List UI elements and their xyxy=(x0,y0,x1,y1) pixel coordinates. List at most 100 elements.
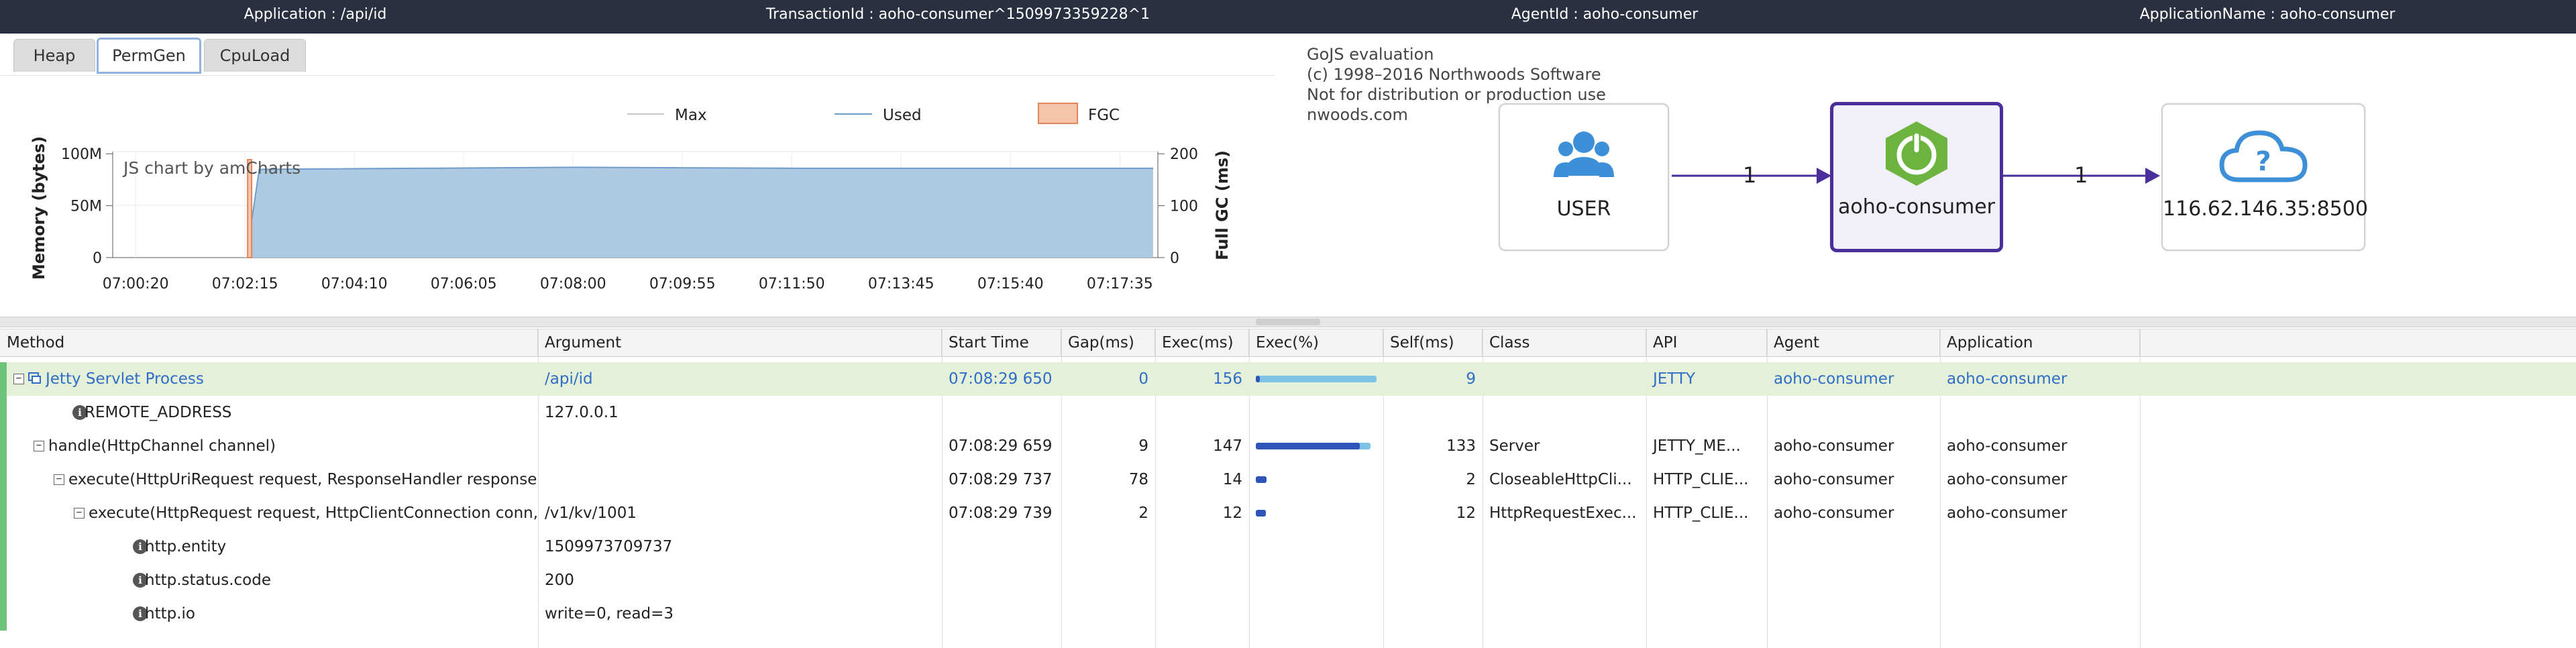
agent-cell: aoho-consumer xyxy=(1774,504,1894,522)
row-status-marker xyxy=(0,429,7,463)
gap-cell: 0 xyxy=(1138,370,1148,388)
y-tick-label-left: 50M xyxy=(70,199,102,215)
api-cell xyxy=(1646,396,1767,429)
arrowhead-icon xyxy=(1817,168,1831,184)
api-cell xyxy=(1646,597,1767,631)
method-cell: Jetty Servlet Process xyxy=(46,370,204,388)
argument-cell: 200 xyxy=(545,572,574,589)
collapse-toggle-icon[interactable]: − xyxy=(13,374,24,384)
class-cell: Server xyxy=(1489,437,1540,455)
class-cell: CloseableHttpCli... xyxy=(1489,471,1632,488)
x-tick-label: 07:00:20 xyxy=(103,276,169,292)
node-external-host[interactable]: ? 116.62.146.35:8500 xyxy=(2161,103,2368,251)
app-cell xyxy=(1940,597,2140,631)
column-header-application[interactable]: Application xyxy=(1940,329,2140,356)
legend-label-max: Max xyxy=(675,107,707,124)
table-row[interactable]: i http.status.code 200 xyxy=(0,563,2576,597)
agent-cell xyxy=(1767,597,1940,631)
header-transaction-id: TransactionId : aoho-consumer^1509973359… xyxy=(765,6,1150,23)
column-header-self[interactable]: Self(ms) xyxy=(1383,329,1483,356)
exec-cell xyxy=(1155,563,1249,597)
pane-splitter[interactable] xyxy=(0,317,2576,327)
tab-cpuload[interactable]: CpuLoad xyxy=(204,39,306,72)
y-tick-label-left: 0 xyxy=(93,250,102,267)
collapse-toggle-icon[interactable]: − xyxy=(54,474,64,485)
row-status-marker xyxy=(0,463,7,496)
exec-self-bar xyxy=(1256,376,1260,382)
argument-cell xyxy=(538,429,942,463)
node-label: aoho-consumer xyxy=(1837,195,1995,219)
agent-cell: aoho-consumer xyxy=(1774,370,1894,388)
table-row[interactable]: − Jetty Servlet Process/api/id 07:08:29 65… xyxy=(0,362,2576,396)
gap-cell xyxy=(1061,563,1155,597)
column-header-agent[interactable]: Agent xyxy=(1767,329,1940,356)
column-header-exec-pct[interactable]: Exec(%) xyxy=(1249,329,1383,356)
class-cell xyxy=(1483,362,1646,396)
arrowhead-icon xyxy=(2145,168,2160,184)
y-axis-title-left: Memory (bytes) xyxy=(30,136,48,280)
class-cell xyxy=(1483,597,1646,631)
exec-cell: 156 xyxy=(1213,370,1242,388)
node-aoho-consumer[interactable]: aoho-consumer xyxy=(1830,102,2003,252)
api-cell xyxy=(1646,530,1767,563)
exec-percent-bar xyxy=(1256,376,1377,382)
exec-self-bar xyxy=(1256,510,1266,517)
api-cell: HTTP_CLIE... xyxy=(1653,471,1749,488)
self-cell xyxy=(1383,396,1483,429)
agent-cell xyxy=(1767,530,1940,563)
api-cell: JETTY_ME... xyxy=(1653,437,1741,455)
gojs-note-line: Not for distribution or production use xyxy=(1307,85,1606,104)
app-cell xyxy=(1940,396,2140,429)
argument-cell: /v1/kv/1001 xyxy=(545,504,637,522)
agent-cell xyxy=(1767,396,1940,429)
column-header-gap[interactable]: Gap(ms) xyxy=(1061,329,1155,356)
gojs-note-line: (c) 1998–2016 Northwoods Software xyxy=(1307,65,1601,84)
x-tick-label: 07:15:40 xyxy=(977,276,1044,292)
chart-watermark: JS chart by amCharts xyxy=(123,158,301,178)
column-header-api[interactable]: API xyxy=(1646,329,1767,356)
table-row[interactable]: − handle(HttpChannel channel) 07:08:29 659… xyxy=(0,429,2576,463)
method-cell: http.status.code xyxy=(145,572,271,589)
edge-label: 1 xyxy=(2074,162,2088,188)
table-row[interactable]: i http.io write=0, read=3 xyxy=(0,597,2576,631)
column-header-argument[interactable]: Argument xyxy=(538,329,942,356)
y-axis-title-right: Full GC (ms) xyxy=(1213,150,1232,260)
app-cell: aoho-consumer xyxy=(1947,437,2068,455)
x-tick-label: 07:09:55 xyxy=(649,276,716,292)
gap-cell xyxy=(1061,530,1155,563)
row-status-marker xyxy=(0,530,7,563)
column-header-exec[interactable]: Exec(ms) xyxy=(1155,329,1249,356)
self-cell xyxy=(1383,563,1483,597)
collapse-toggle-icon[interactable]: − xyxy=(74,508,85,519)
table-row[interactable]: i REMOTE_ADDRESS 127.0.0.1 xyxy=(0,396,2576,429)
splitter-grip[interactable] xyxy=(1256,319,1320,325)
exec-self-bar xyxy=(1256,443,1360,449)
column-header-method[interactable]: Method xyxy=(0,329,538,356)
method-cell: execute(HttpRequest request, HttpClientC… xyxy=(89,504,538,522)
collapse-toggle-icon[interactable]: − xyxy=(34,441,44,451)
chart-svg: Max Used FGC Memory (bytes) Full GC (ms) 100M… xyxy=(30,103,1232,292)
tab-heap[interactable]: Heap xyxy=(13,39,95,72)
agent-cell: aoho-consumer xyxy=(1774,437,1894,455)
table-row[interactable]: − execute(HttpRequest request, HttpClient… xyxy=(0,496,2576,530)
users-icon xyxy=(1554,127,1614,186)
column-header-start-time[interactable]: Start Time xyxy=(942,329,1061,356)
argument-cell: /api/id xyxy=(545,370,593,388)
api-cell: HTTP_CLIE... xyxy=(1653,504,1749,522)
gojs-note-line: GoJS evaluation xyxy=(1307,45,1434,64)
row-status-marker xyxy=(0,563,7,597)
node-user[interactable]: USER xyxy=(1499,103,1669,251)
table-row[interactable]: i http.entity 1509973709737 xyxy=(0,530,2576,563)
row-status-marker xyxy=(0,597,7,631)
gap-cell: 9 xyxy=(1138,437,1148,455)
start-cell: 07:08:29 650 xyxy=(949,370,1053,388)
column-header-class[interactable]: Class xyxy=(1483,329,1646,356)
gap-cell: 78 xyxy=(1128,471,1148,488)
class-cell xyxy=(1483,530,1646,563)
legend-swatch-fgc xyxy=(1038,103,1078,124)
tab-permgen[interactable]: PermGen xyxy=(97,38,201,74)
exec-cell: 147 xyxy=(1213,437,1242,455)
table-row[interactable]: − execute(HttpUriRequest request, Respons… xyxy=(0,463,2576,496)
edge-label: 1 xyxy=(1743,162,1757,188)
method-cell: http.entity xyxy=(145,538,227,555)
